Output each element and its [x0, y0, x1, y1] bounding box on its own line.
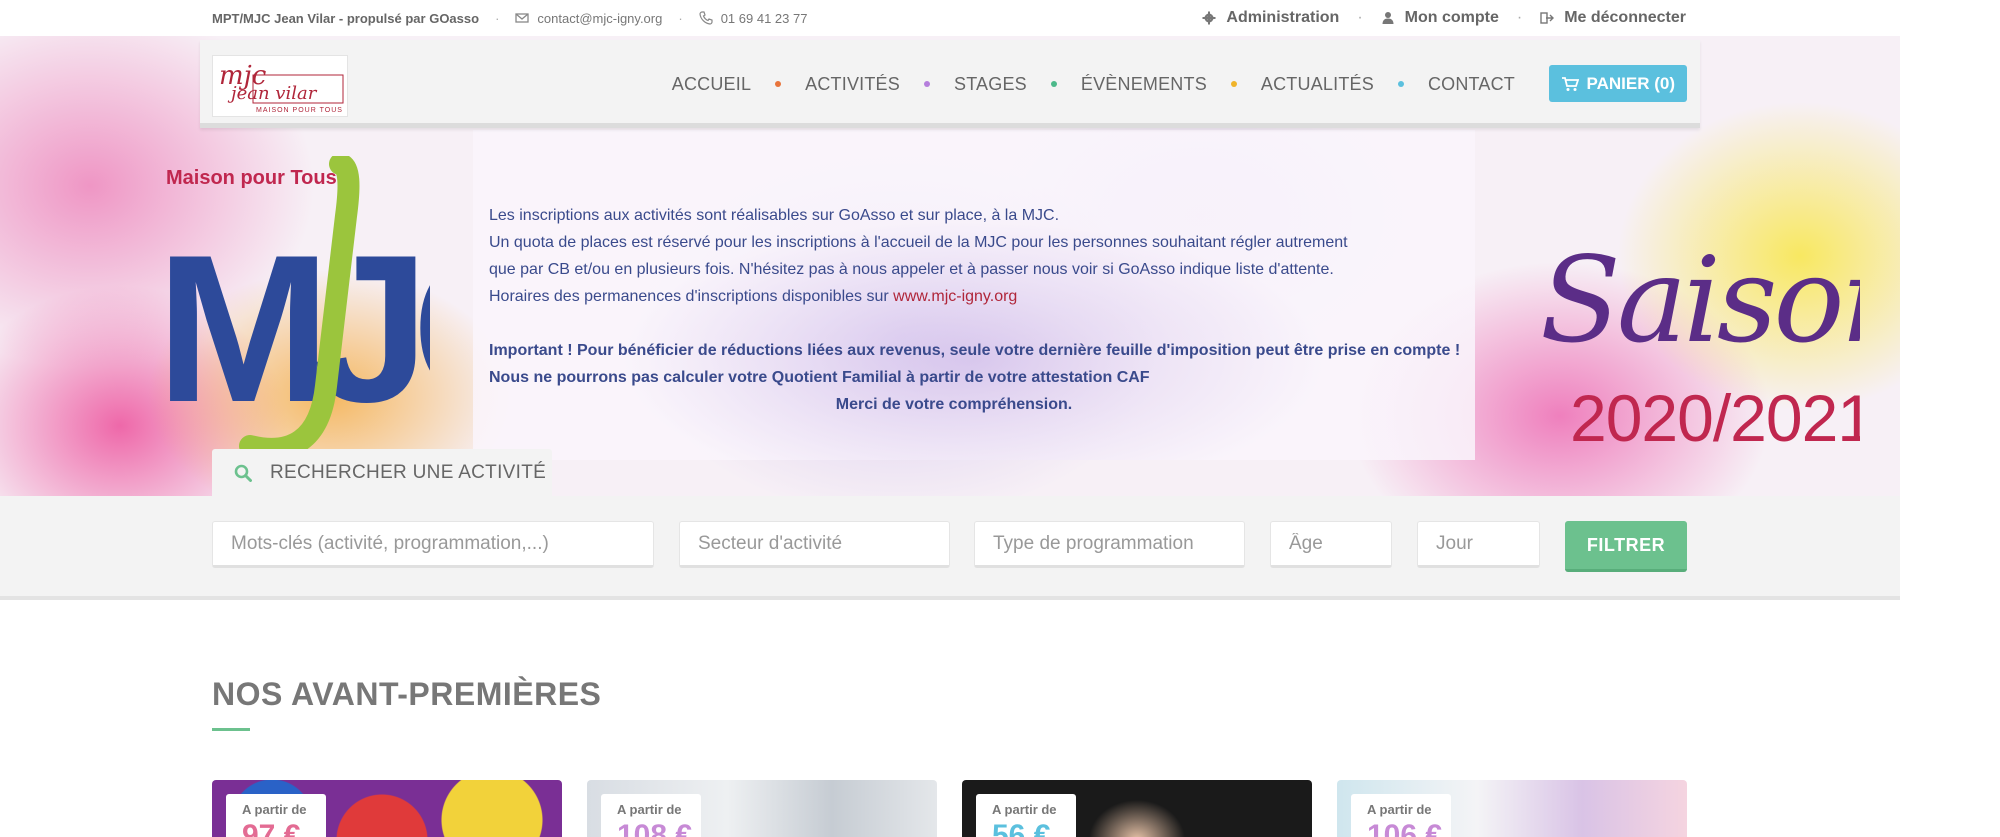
- price-badge: A partir de 97 €: [226, 794, 326, 837]
- cart-button[interactable]: PANIER (0): [1548, 65, 1687, 102]
- price-value: 108 €: [617, 819, 693, 837]
- menu-separator-dot: [1230, 81, 1237, 87]
- price-badge: A partir de 108 €: [601, 794, 701, 837]
- search-activity-tab[interactable]: RECHERCHER UNE ACTIVITÉ: [212, 449, 552, 496]
- price-badge: A partir de 56 €: [976, 794, 1076, 837]
- mjc-maison-pour-tous-logo: Maison pour Tous MJC: [156, 156, 430, 460]
- thanks-note: Merci de votre compréhension.: [835, 396, 1073, 413]
- logo-letters: MJC: [156, 211, 430, 446]
- main-menu: ACCUEIL ACTIVITÉS STAGES ÉVÈNEMENTS ACTU…: [672, 40, 1515, 128]
- menu-separator-dot: [923, 81, 930, 87]
- info-line-hours: Horaires des permanences d'inscriptions …: [489, 288, 1018, 305]
- site-brand-text: MPT/MJC Jean Vilar - propulsé par GOasso: [212, 10, 480, 26]
- logout-icon: [1540, 12, 1555, 24]
- menu-separator-dot: [775, 81, 782, 87]
- filter-bar: FILTRER: [0, 496, 1900, 600]
- nav-evenements[interactable]: ÉVÈNEMENTS: [1081, 74, 1207, 95]
- registration-info: Les inscriptions aux activités sont réal…: [489, 202, 1469, 418]
- important-note-2: Nous ne pourrons pas calculer votre Quot…: [489, 369, 1150, 386]
- info-line-1: Les inscriptions aux activités sont réal…: [489, 207, 1060, 224]
- keywords-input[interactable]: [212, 521, 654, 568]
- cart-label: PANIER (0): [1586, 73, 1675, 93]
- main-navbar: mjc jean vilar MAISON POUR TOUS ACCUEIL …: [200, 40, 1700, 128]
- season-word: Saison: [1540, 231, 1860, 369]
- menu-separator-dot: [1397, 81, 1404, 87]
- activity-card[interactable]: A partir de 108 €: [587, 780, 937, 837]
- nav-activites[interactable]: ACTIVITÉS: [805, 74, 900, 95]
- contact-email-link[interactable]: contact@mjc-igny.org: [537, 11, 662, 26]
- svg-text:jean vilar: jean vilar: [227, 83, 318, 104]
- section-title-underline: [212, 728, 250, 731]
- mjc-website-link[interactable]: www.mjc-igny.org: [893, 288, 1017, 305]
- price-badge: A partir de 106 €: [1351, 794, 1451, 837]
- user-icon: [1382, 12, 1394, 24]
- logo-caption: Maison pour Tous: [166, 167, 337, 189]
- top-utility-bar: MPT/MJC Jean Vilar - propulsé par GOasso…: [0, 0, 1900, 36]
- price-from-label: A partir de: [1367, 802, 1432, 817]
- programming-type-select[interactable]: [974, 521, 1245, 568]
- day-select[interactable]: [1417, 521, 1540, 568]
- season-graphic: Saison 2020/2021: [1540, 231, 1860, 455]
- top-bar-left: MPT/MJC Jean Vilar - propulsé par GOasso…: [212, 10, 808, 26]
- top-bar-right: Administration · Mon compte · Me déconne…: [1202, 0, 1686, 36]
- contact-phone: 01 69 41 23 77: [720, 10, 808, 26]
- gear-icon: [1202, 11, 1216, 25]
- price-from-label: A partir de: [242, 802, 307, 817]
- activity-card[interactable]: A partir de 97 €: [212, 780, 562, 837]
- search-icon: [234, 464, 252, 482]
- age-select[interactable]: [1270, 521, 1392, 568]
- svg-text:MAISON POUR TOUS: MAISON POUR TOUS: [256, 107, 343, 114]
- nav-accueil[interactable]: ACCUEIL: [672, 74, 751, 95]
- my-account-link[interactable]: Mon compte: [1405, 9, 1499, 27]
- administration-link[interactable]: Administration: [1226, 9, 1339, 27]
- search-tab-label: RECHERCHER UNE ACTIVITÉ: [270, 461, 547, 483]
- nav-contact[interactable]: CONTACT: [1428, 74, 1515, 95]
- logout-link[interactable]: Me déconnecter: [1564, 9, 1686, 27]
- info-line-2: Un quota de places est réservé pour les …: [489, 234, 1348, 251]
- info-line-3: que par CB et/ou en plusieurs fois. N'hé…: [489, 261, 1334, 278]
- filter-button[interactable]: FILTRER: [1565, 521, 1687, 572]
- activity-card[interactable]: A partir de 106 €: [1337, 780, 1687, 837]
- site-logo[interactable]: mjc jean vilar MAISON POUR TOUS: [212, 55, 348, 117]
- nav-actualites[interactable]: ACTUALITÉS: [1261, 74, 1374, 95]
- sector-select[interactable]: [679, 521, 950, 568]
- nav-stages[interactable]: STAGES: [954, 74, 1027, 95]
- price-value: 106 €: [1367, 819, 1443, 837]
- phone-icon: [699, 11, 713, 25]
- price-from-label: A partir de: [992, 802, 1057, 817]
- mjc-jean-vilar-logo: mjc jean vilar MAISON POUR TOUS: [219, 61, 344, 114]
- shopping-cart-icon: [1561, 76, 1579, 91]
- season-years: 2020/2021: [1570, 381, 1860, 455]
- price-value: 97 €: [242, 819, 301, 837]
- envelope-icon: [515, 13, 530, 23]
- section-title: NOS AVANT-PREMIÈRES: [212, 676, 602, 712]
- price-from-label: A partir de: [617, 802, 682, 817]
- important-note-1: Important ! Pour bénéficier de réduction…: [489, 342, 1461, 359]
- menu-separator-dot: [1050, 81, 1057, 87]
- activity-card[interactable]: A partir de 56 €: [962, 780, 1312, 837]
- price-value: 56 €: [992, 819, 1051, 837]
